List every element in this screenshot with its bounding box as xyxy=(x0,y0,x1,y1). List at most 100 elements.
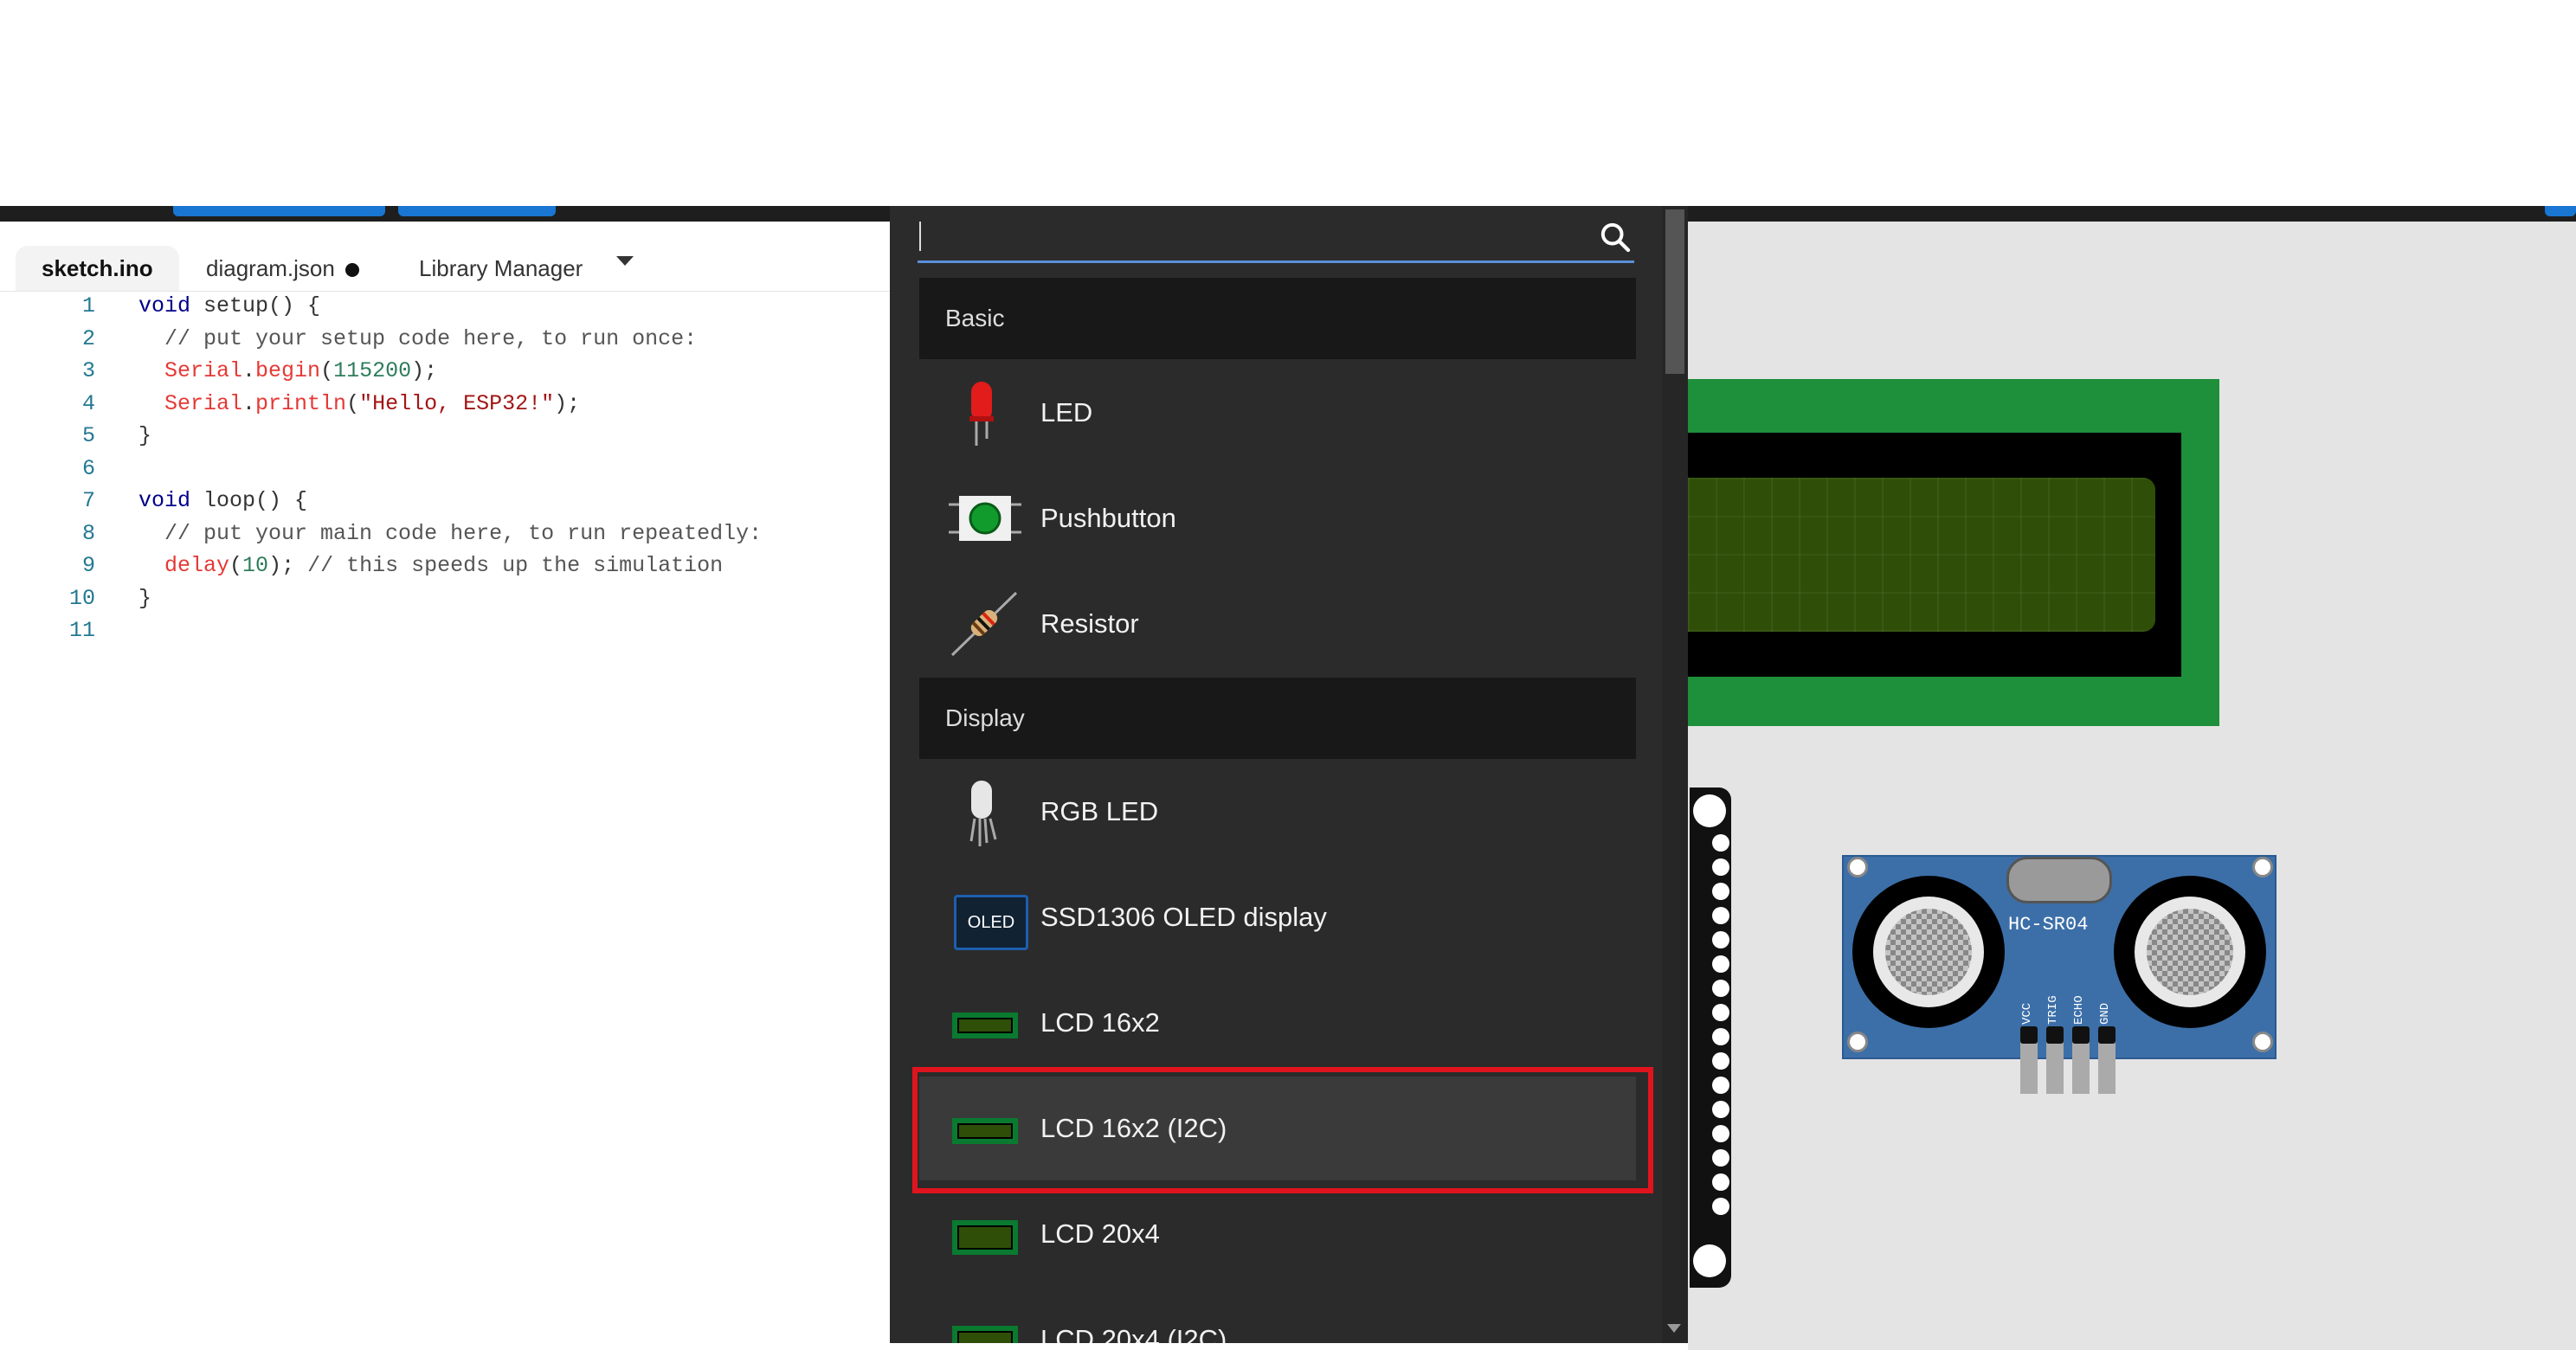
code-line: 11 xyxy=(0,614,892,647)
code-text: void setup() { xyxy=(138,293,321,318)
tab-sketch-ino[interactable]: sketch.ino xyxy=(16,246,179,291)
part-item-lcd-16x2[interactable]: LCD 16x2 xyxy=(919,971,1636,1075)
tabs-dropdown-icon[interactable] xyxy=(616,256,634,266)
line-number: 3 xyxy=(81,358,95,383)
code-line: 1 void setup() { xyxy=(0,290,892,323)
part-label: LCD 20x4 (I2C) xyxy=(1040,1324,1227,1343)
mounting-hole xyxy=(1847,1032,1868,1052)
part-item-lcd-20x4[interactable]: LCD 20x4 xyxy=(919,1182,1636,1286)
part-item-lcd-20x4-i2c[interactable]: LCD 20x4 (I2C) xyxy=(919,1288,1636,1343)
part-item-rgb-led[interactable]: RGB LED xyxy=(919,760,1636,864)
esp32-pin[interactable] xyxy=(1712,1173,1729,1191)
mounting-hole xyxy=(1693,1244,1726,1277)
search-icon[interactable] xyxy=(1598,220,1633,254)
esp32-pin[interactable] xyxy=(1712,1077,1729,1094)
oled-icon: OLED xyxy=(945,883,1028,952)
mounting-hole xyxy=(1693,794,1726,827)
part-item-pushbutton[interactable]: Pushbutton xyxy=(919,466,1636,570)
toolbar-button[interactable] xyxy=(173,206,385,216)
led-icon xyxy=(969,382,994,446)
text-cursor xyxy=(919,222,921,251)
code-line: 4 Serial.println("Hello, ESP32!"); xyxy=(0,388,892,421)
mounting-hole xyxy=(2252,1032,2273,1052)
code-line: 6 xyxy=(0,453,892,485)
lcd-screen xyxy=(1688,478,2155,632)
esp32-pin[interactable] xyxy=(1712,931,1729,948)
pin-header xyxy=(2020,1026,2038,1044)
code-text: delay(10); // this speeds up the simulat… xyxy=(164,553,724,578)
category-display: Display xyxy=(919,678,1636,759)
scrollbar[interactable] xyxy=(1662,206,1688,1343)
esp32-pin[interactable] xyxy=(1712,1125,1729,1142)
esp32-pin[interactable] xyxy=(1712,1052,1729,1070)
part-item-ssd1306[interactable]: OLED SSD1306 OLED display xyxy=(919,865,1636,969)
code-text: // put your main code here, to run repea… xyxy=(164,520,763,546)
mounting-hole xyxy=(2252,857,2273,878)
line-number: 6 xyxy=(81,455,95,481)
crystal-oscillator xyxy=(2006,857,2112,903)
sensor-label: HC-SR04 xyxy=(2008,914,2089,935)
line-number: 4 xyxy=(81,390,95,416)
tab-library-manager[interactable]: Library Manager xyxy=(419,246,583,291)
pin-header xyxy=(2046,1026,2064,1044)
code-text: // put your setup code here, to run once… xyxy=(164,325,698,351)
line-number: 9 xyxy=(81,553,95,578)
esp32-pin[interactable] xyxy=(1712,858,1729,876)
part-search-input[interactable] xyxy=(919,222,1598,258)
resistor-icon xyxy=(950,591,1018,657)
part-label: RGB LED xyxy=(1040,796,1159,826)
code-line: 7 void loop() { xyxy=(0,485,892,518)
line-number: 10 xyxy=(68,585,95,611)
lcd-icon xyxy=(945,1305,1023,1343)
top-whitespace xyxy=(0,0,2576,206)
line-number: 5 xyxy=(81,423,95,448)
part-label: Resistor xyxy=(1040,608,1139,639)
category-basic: Basic xyxy=(919,278,1636,359)
code-area[interactable]: 1 void setup() { 2 // put your setup code… xyxy=(0,290,892,647)
pin-header xyxy=(2098,1026,2116,1044)
tab-diagram-json[interactable]: diagram.json xyxy=(206,246,359,291)
part-label: LCD 20x4 xyxy=(1040,1218,1160,1249)
pin-label: GND xyxy=(2098,1002,2112,1025)
code-line: 9 delay(10); // this speeds up the simul… xyxy=(0,550,892,582)
esp32-pin[interactable] xyxy=(1712,907,1729,924)
line-number: 7 xyxy=(81,488,95,513)
part-label: SSD1306 OLED display xyxy=(1040,902,1327,932)
esp32-pin[interactable] xyxy=(1712,1198,1729,1215)
scrollbar-thumb[interactable] xyxy=(1665,209,1684,374)
esp32-pin[interactable] xyxy=(1712,883,1729,900)
code-line: 3 Serial.begin(115200); xyxy=(0,355,892,388)
part-item-resistor[interactable]: Resistor xyxy=(919,572,1636,676)
pin-label: ECHO xyxy=(2072,995,2086,1025)
scroll-down-icon[interactable] xyxy=(1667,1324,1681,1333)
lcd-icon xyxy=(945,1199,1023,1269)
esp32-pin[interactable] xyxy=(1712,834,1729,852)
code-line: 8 // put your main code here, to run rep… xyxy=(0,518,892,550)
code-line: 5} xyxy=(0,420,892,453)
line-number: 2 xyxy=(81,325,95,351)
code-text: } xyxy=(138,423,152,448)
rgb-led-icon xyxy=(969,781,997,846)
pin-label: VCC xyxy=(2020,1002,2034,1025)
esp32-pin[interactable] xyxy=(1712,980,1729,997)
line-number: 8 xyxy=(81,520,95,546)
esp32-pin[interactable] xyxy=(1712,1149,1729,1167)
code-text: } xyxy=(138,585,152,611)
toolbar-button[interactable] xyxy=(2545,206,2576,216)
line-number: 1 xyxy=(81,293,95,318)
esp32-pin[interactable] xyxy=(1712,1028,1729,1045)
part-label: Pushbutton xyxy=(1040,503,1176,533)
line-number: 11 xyxy=(68,618,95,643)
pushbutton-icon xyxy=(949,496,1021,541)
esp32-pin[interactable] xyxy=(1712,955,1729,973)
code-text: Serial.begin(115200); xyxy=(164,358,438,383)
esp32-pin[interactable] xyxy=(1712,1101,1729,1118)
toolbar-button[interactable] xyxy=(398,206,556,216)
esp32-pin[interactable] xyxy=(1712,1004,1729,1021)
code-text: Serial.println("Hello, ESP32!"); xyxy=(164,390,581,416)
code-text: void loop() { xyxy=(138,488,308,513)
pin-label: TRIG xyxy=(2046,995,2060,1025)
part-label: LCD 16x2 xyxy=(1040,1007,1160,1038)
part-item-led[interactable]: LED xyxy=(919,361,1636,465)
selection-highlight xyxy=(912,1067,1653,1193)
